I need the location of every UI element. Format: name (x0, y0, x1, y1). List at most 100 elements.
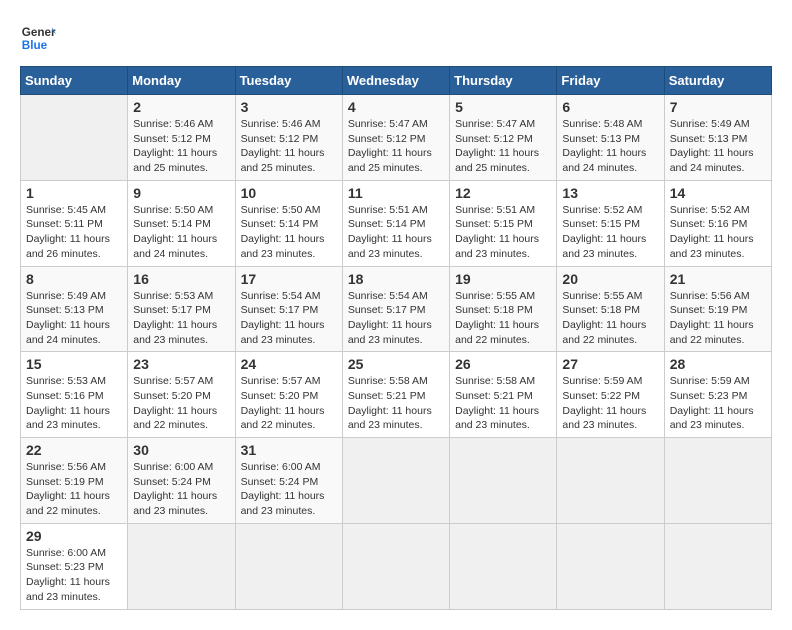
calendar-cell: 28 Sunrise: 5:59 AMSunset: 5:23 PMDayligh… (664, 352, 771, 438)
calendar-cell: 3 Sunrise: 5:46 AMSunset: 5:12 PMDaylight… (235, 95, 342, 181)
calendar-cell (128, 523, 235, 609)
calendar-cell: 20Sunrise: 5:55 AMSunset: 5:18 PMDayligh… (557, 266, 664, 352)
day-number: 6 (562, 99, 658, 115)
day-number: 30 (133, 442, 229, 458)
calendar-cell: 2Sunrise: 5:46 AMSunset: 5:12 PMDaylight… (128, 95, 235, 181)
svg-text:Blue: Blue (22, 39, 48, 52)
calendar-cell (235, 523, 342, 609)
day-number: 24 (241, 356, 337, 372)
day-number: 17 (241, 271, 337, 287)
day-info: Sunrise: 5:45 AMSunset: 5:11 PMDaylight:… (26, 203, 122, 262)
day-number: 29 (26, 528, 122, 544)
day-info: Sunrise: 6:00 AMSunset: 5:24 PMDaylight:… (241, 460, 337, 519)
day-number: 10 (241, 185, 337, 201)
day-number: 12 (455, 185, 551, 201)
calendar-cell: 23Sunrise: 5:57 AMSunset: 5:20 PMDayligh… (128, 352, 235, 438)
day-number: 4 (348, 99, 444, 115)
day-number: 18 (348, 271, 444, 287)
day-number: 5 (455, 99, 551, 115)
day-info: Sunrise: 5:48 AMSunset: 5:13 PMDaylight:… (562, 117, 658, 176)
calendar-cell: 7 Sunrise: 5:49 AMSunset: 5:13 PMDaylight… (664, 95, 771, 181)
day-info: Sunrise: 5:55 AMSunset: 5:18 PMDaylight:… (455, 289, 551, 348)
calendar-cell: 6 Sunrise: 5:48 AMSunset: 5:13 PMDaylight… (557, 95, 664, 181)
day-info: Sunrise: 6:00 AMSunset: 5:23 PMDaylight:… (26, 546, 122, 605)
day-info: Sunrise: 5:46 AMSunset: 5:12 PMDaylight:… (241, 117, 337, 176)
calendar-cell: 11Sunrise: 5:51 AMSunset: 5:14 PMDayligh… (342, 180, 449, 266)
day-number: 3 (241, 99, 337, 115)
day-number: 13 (562, 185, 658, 201)
calendar-cell: 1Sunrise: 5:45 AMSunset: 5:11 PMDaylight… (21, 180, 128, 266)
svg-text:General: General (22, 26, 56, 39)
day-number: 21 (670, 271, 766, 287)
day-number: 15 (26, 356, 122, 372)
calendar-cell (664, 523, 771, 609)
calendar-cell: 5 Sunrise: 5:47 AMSunset: 5:12 PMDaylight… (450, 95, 557, 181)
calendar-cell: 31 Sunrise: 6:00 AMSunset: 5:24 PMDayligh… (235, 438, 342, 524)
calendar-cell: 25 Sunrise: 5:58 AMSunset: 5:21 PMDayligh… (342, 352, 449, 438)
day-info: Sunrise: 5:51 AMSunset: 5:15 PMDaylight:… (455, 203, 551, 262)
day-info: Sunrise: 5:53 AMSunset: 5:16 PMDaylight:… (26, 374, 122, 433)
calendar-cell (21, 95, 128, 181)
day-info: Sunrise: 6:00 AMSunset: 5:24 PMDaylight:… (133, 460, 229, 519)
day-info: Sunrise: 5:52 AMSunset: 5:15 PMDaylight:… (562, 203, 658, 262)
calendar-cell: 17Sunrise: 5:54 AMSunset: 5:17 PMDayligh… (235, 266, 342, 352)
day-info: Sunrise: 5:50 AMSunset: 5:14 PMDaylight:… (133, 203, 229, 262)
calendar-cell: 18 Sunrise: 5:54 AMSunset: 5:17 PMDayligh… (342, 266, 449, 352)
day-info: Sunrise: 5:58 AMSunset: 5:21 PMDaylight:… (455, 374, 551, 433)
calendar-cell (664, 438, 771, 524)
calendar-cell: 21 Sunrise: 5:56 AMSunset: 5:19 PMDayligh… (664, 266, 771, 352)
day-info: Sunrise: 5:50 AMSunset: 5:14 PMDaylight:… (241, 203, 337, 262)
col-header-wednesday: Wednesday (342, 67, 449, 95)
calendar-cell (450, 438, 557, 524)
calendar-row: 1Sunrise: 5:45 AMSunset: 5:11 PMDaylight… (21, 180, 772, 266)
calendar-row: 8Sunrise: 5:49 AMSunset: 5:13 PMDaylight… (21, 266, 772, 352)
col-header-sunday: Sunday (21, 67, 128, 95)
day-info: Sunrise: 5:49 AMSunset: 5:13 PMDaylight:… (670, 117, 766, 176)
day-info: Sunrise: 5:52 AMSunset: 5:16 PMDaylight:… (670, 203, 766, 262)
calendar-cell: 13 Sunrise: 5:52 AMSunset: 5:15 PMDayligh… (557, 180, 664, 266)
calendar-table: SundayMondayTuesdayWednesdayThursdayFrid… (20, 66, 772, 610)
day-number: 20 (562, 271, 658, 287)
col-header-saturday: Saturday (664, 67, 771, 95)
day-number: 2 (133, 99, 229, 115)
day-info: Sunrise: 5:51 AMSunset: 5:14 PMDaylight:… (348, 203, 444, 262)
day-info: Sunrise: 5:59 AMSunset: 5:23 PMDaylight:… (670, 374, 766, 433)
day-number: 19 (455, 271, 551, 287)
day-number: 22 (26, 442, 122, 458)
calendar-row: 15 Sunrise: 5:53 AMSunset: 5:16 PMDayligh… (21, 352, 772, 438)
calendar-cell: 15 Sunrise: 5:53 AMSunset: 5:16 PMDayligh… (21, 352, 128, 438)
calendar-cell: 30 Sunrise: 6:00 AMSunset: 5:24 PMDayligh… (128, 438, 235, 524)
day-number: 14 (670, 185, 766, 201)
calendar-row: 22 Sunrise: 5:56 AMSunset: 5:19 PMDayligh… (21, 438, 772, 524)
calendar-cell: 22 Sunrise: 5:56 AMSunset: 5:19 PMDayligh… (21, 438, 128, 524)
calendar-cell: 24 Sunrise: 5:57 AMSunset: 5:20 PMDayligh… (235, 352, 342, 438)
day-info: Sunrise: 5:47 AMSunset: 5:12 PMDaylight:… (455, 117, 551, 176)
day-info: Sunrise: 5:54 AMSunset: 5:17 PMDaylight:… (348, 289, 444, 348)
calendar-cell: 29 Sunrise: 6:00 AMSunset: 5:23 PMDayligh… (21, 523, 128, 609)
day-number: 31 (241, 442, 337, 458)
logo: General Blue (20, 20, 56, 56)
calendar-cell (342, 438, 449, 524)
day-number: 27 (562, 356, 658, 372)
page-header: General Blue (20, 20, 772, 56)
day-number: 7 (670, 99, 766, 115)
calendar-cell: 19 Sunrise: 5:55 AMSunset: 5:18 PMDayligh… (450, 266, 557, 352)
calendar-cell: 16 Sunrise: 5:53 AMSunset: 5:17 PMDayligh… (128, 266, 235, 352)
calendar-cell: 10 Sunrise: 5:50 AMSunset: 5:14 PMDayligh… (235, 180, 342, 266)
col-header-friday: Friday (557, 67, 664, 95)
day-info: Sunrise: 5:57 AMSunset: 5:20 PMDaylight:… (241, 374, 337, 433)
day-info: Sunrise: 5:56 AMSunset: 5:19 PMDaylight:… (26, 460, 122, 519)
calendar-row: 29 Sunrise: 6:00 AMSunset: 5:23 PMDayligh… (21, 523, 772, 609)
day-info: Sunrise: 5:59 AMSunset: 5:22 PMDaylight:… (562, 374, 658, 433)
day-number: 25 (348, 356, 444, 372)
day-info: Sunrise: 5:58 AMSunset: 5:21 PMDaylight:… (348, 374, 444, 433)
day-number: 8 (26, 271, 122, 287)
day-info: Sunrise: 5:56 AMSunset: 5:19 PMDaylight:… (670, 289, 766, 348)
calendar-row: 2 Sunrise: 5:46 AMSunset: 5:12 PMDaylight… (21, 95, 772, 181)
day-number: 9 (133, 185, 229, 201)
calendar-cell: 9 Sunrise: 5:50 AMSunset: 5:14 PMDaylight… (128, 180, 235, 266)
day-info: Sunrise: 5:53 AMSunset: 5:17 PMDaylight:… (133, 289, 229, 348)
day-number: 16 (133, 271, 229, 287)
col-header-tuesday: Tuesday (235, 67, 342, 95)
day-number: 28 (670, 356, 766, 372)
